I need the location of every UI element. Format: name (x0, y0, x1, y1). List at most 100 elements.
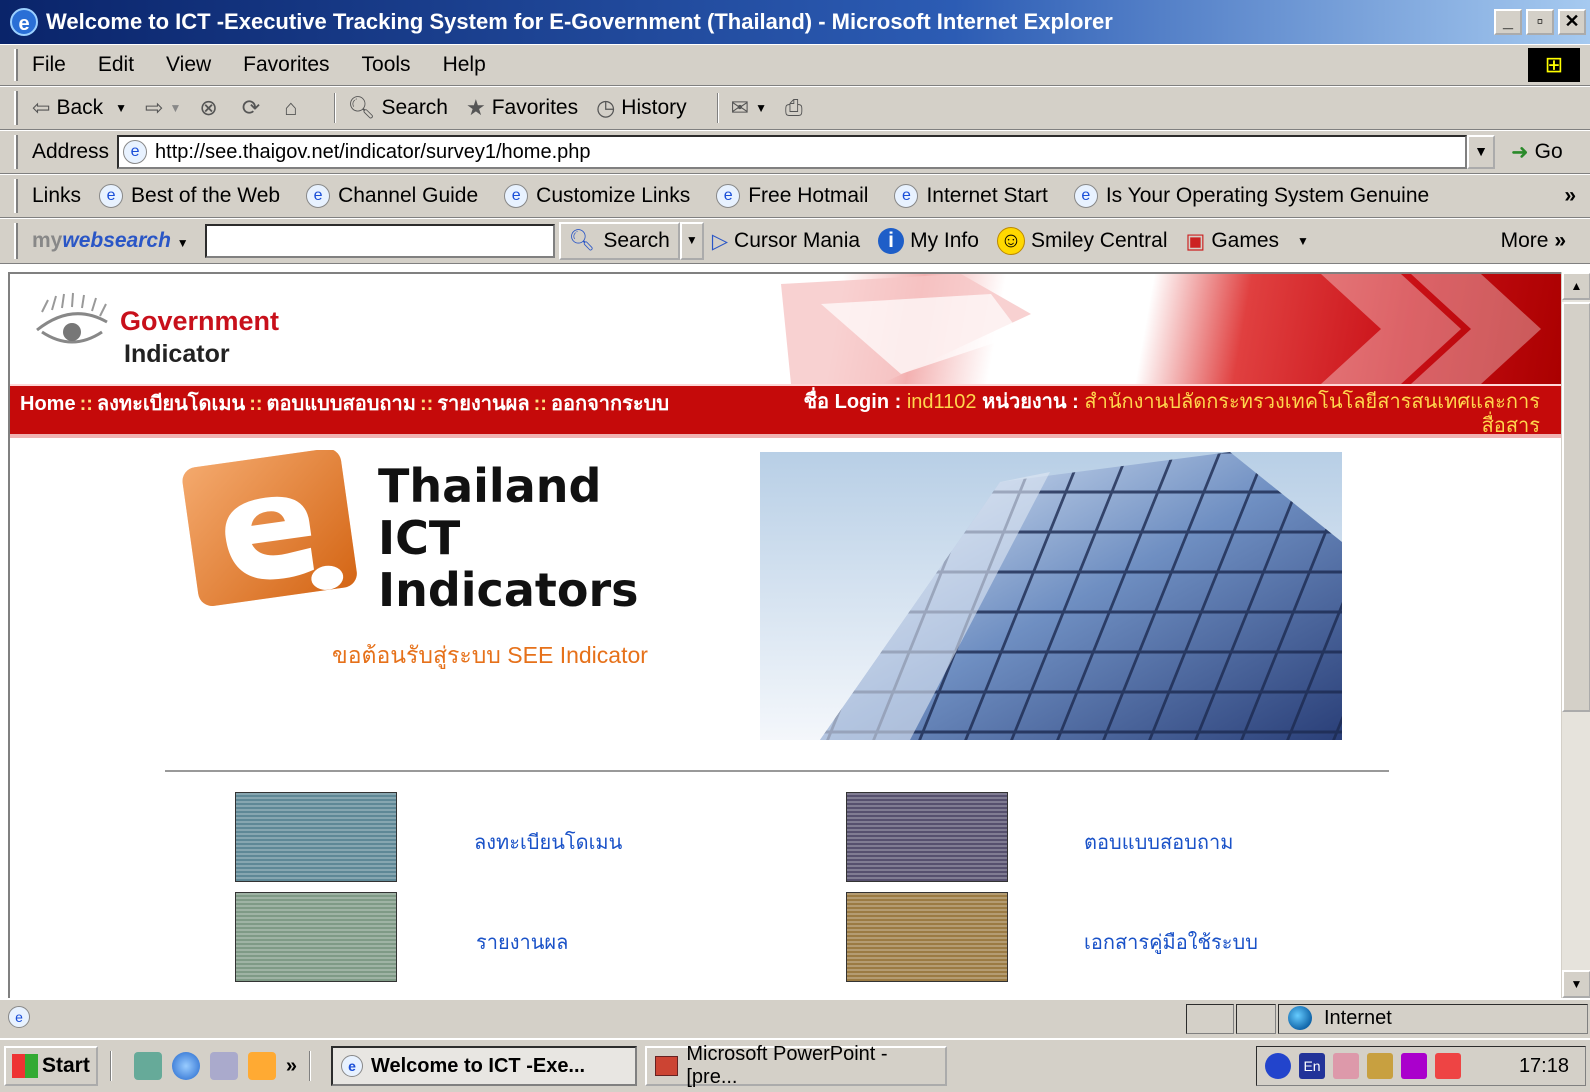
address-dropdown-button[interactable]: ▼ (1467, 135, 1496, 169)
smiley-central-button[interactable]: ☺ Smiley Central (996, 227, 1167, 255)
maximize-button[interactable]: ▫ (1526, 9, 1554, 35)
task-powerpoint[interactable]: Microsoft PowerPoint - [pre... (644, 1043, 947, 1088)
internet-explorer-icon[interactable] (171, 1052, 200, 1080)
chevron-down-icon[interactable]: ▼ (755, 101, 767, 115)
manual-thumbnail[interactable] (846, 892, 1008, 982)
games-button[interactable]: ▣ Games ▼ (1185, 229, 1308, 254)
cursor-mania-button[interactable]: ▷ Cursor Mania (712, 229, 860, 254)
scroll-down-button[interactable]: ▼ (1562, 970, 1590, 998)
more-chevron-icon: » (1554, 229, 1566, 252)
chevron-down-icon[interactable]: ▼ (169, 101, 181, 115)
quicklaunch-overflow-icon[interactable]: » (286, 1055, 297, 1078)
menu-help[interactable]: Help (443, 53, 486, 77)
tray-app-icon[interactable] (1401, 1053, 1427, 1079)
clock[interactable]: 17:18 (1519, 1055, 1569, 1078)
chevron-down-icon: ▼ (685, 233, 698, 247)
link-genuine-os[interactable]: e Is Your Operating System Genuine (1073, 184, 1429, 208)
minimize-button[interactable]: _ (1494, 9, 1522, 35)
search-button[interactable]: 🔍︎ Search (348, 95, 448, 121)
volume-icon[interactable] (1435, 1053, 1461, 1079)
toolbar-grip[interactable] (14, 135, 18, 169)
cursor-mania-label: Cursor Mania (734, 229, 861, 252)
task-internet-explorer[interactable]: e Welcome to ICT -Exe... (330, 1046, 637, 1086)
websearch-more-button[interactable]: More » (1501, 229, 1566, 253)
chevron-down-icon: ▼ (1570, 977, 1583, 991)
games-icon: ▣ (1185, 229, 1206, 253)
link-customize-links[interactable]: e Customize Links (504, 184, 690, 208)
media-player-icon[interactable] (247, 1052, 276, 1080)
site-nav-links: Home:: ลงทะเบียนโดเมน:: ตอบแบบสอบถาม:: รายง… (20, 392, 780, 416)
browser-viewport: Government Indicator Home:: ลงทะเบียนโดเม… (8, 272, 1561, 998)
window-titlebar[interactable]: e Welcome to ICT -Executive Tracking Sys… (0, 0, 1590, 44)
e-government-logo-icon (182, 450, 357, 606)
address-input[interactable]: e http://see.thaigov.net/indicator/surve… (117, 135, 1468, 169)
nav-register-domain[interactable]: ลงทะเบียนโดเมน (97, 393, 245, 415)
link-best-of-the-web[interactable]: e Best of the Web (99, 184, 280, 208)
report-link[interactable]: รายงานผล (476, 926, 568, 958)
links-overflow-button[interactable]: » (1564, 184, 1576, 208)
websearch-search-button[interactable]: 🔍︎ Search (558, 222, 680, 260)
network-activity-icon[interactable] (1265, 1053, 1291, 1079)
nav-home[interactable]: Home (20, 393, 76, 415)
link-free-hotmail[interactable]: e Free Hotmail (716, 184, 868, 208)
nav-survey[interactable]: ตอบแบบสอบถาม (267, 393, 416, 415)
websearch-input[interactable] (204, 224, 555, 258)
toolbar-grip[interactable] (14, 49, 18, 81)
menu-bar: File Edit View Favorites Tools Help ⊞ (0, 44, 1590, 86)
language-icon[interactable]: En (1299, 1053, 1325, 1079)
ict-title-line: ICT (378, 511, 461, 565)
history-button[interactable]: ◷ History (596, 95, 687, 121)
scroll-thumb[interactable] (1562, 302, 1590, 712)
manual-link[interactable]: เอกสารคู่มือใช้ระบบ (1084, 926, 1258, 958)
home-button[interactable]: ⌂ (284, 95, 303, 121)
menu-edit[interactable]: Edit (98, 53, 134, 77)
stop-button[interactable]: ⊗ (199, 95, 223, 121)
refresh-button[interactable]: ⟳ (242, 95, 266, 121)
history-icon: ◷ (596, 95, 616, 120)
link-channel-guide[interactable]: e Channel Guide (306, 184, 478, 208)
menu-view[interactable]: View (166, 53, 211, 77)
link-internet-start[interactable]: e Internet Start (894, 184, 1048, 208)
nav-report[interactable]: รายงานผล (437, 393, 529, 415)
survey-thumbnail[interactable] (846, 792, 1008, 882)
report-thumbnail[interactable] (235, 892, 397, 982)
survey-link[interactable]: ตอบแบบสอบถาม (1084, 826, 1233, 858)
toolbar-grip[interactable] (14, 223, 18, 259)
go-button[interactable]: ➜ Go (1511, 140, 1563, 165)
tray-app-icon[interactable] (1367, 1053, 1393, 1079)
nav-separator: :: (419, 393, 434, 415)
start-button[interactable]: Start (4, 1046, 98, 1086)
forward-button[interactable]: ⇨ ▼ (145, 95, 181, 121)
websearch-dropdown-button[interactable]: ▼ (679, 222, 704, 260)
page-icon: e (716, 184, 741, 208)
register-domain-link[interactable]: ลงทะเบียนโดเมน (474, 826, 622, 858)
back-button[interactable]: ⇦ Back ▼ (32, 95, 127, 121)
websearch-logo[interactable]: mywebsearch ▼ (32, 229, 189, 253)
mail-icon: ✉ (730, 95, 750, 120)
register-domain-thumbnail[interactable] (235, 792, 397, 882)
address-url[interactable]: http://see.thaigov.net/indicator/survey1… (155, 141, 590, 164)
menu-tools[interactable]: Tools (362, 53, 411, 77)
my-info-button[interactable]: i My Info (878, 228, 979, 254)
smiley-icon: ☺ (996, 227, 1025, 255)
menu-favorites[interactable]: Favorites (243, 53, 329, 77)
print-button[interactable]: ⎙ (785, 95, 809, 121)
links-label: Links (32, 184, 82, 207)
show-desktop-icon[interactable] (133, 1052, 162, 1080)
page-icon: e (504, 184, 529, 208)
connection-icon[interactable] (1333, 1053, 1359, 1079)
ict-title-line: Thailand (378, 459, 602, 513)
scroll-up-button[interactable]: ▲ (1562, 272, 1590, 300)
outlook-icon[interactable] (209, 1052, 238, 1080)
favorites-button[interactable]: ★ Favorites (466, 95, 578, 121)
nav-logout[interactable]: ออกจากระบบ (551, 393, 669, 415)
chevron-down-icon[interactable]: ▼ (115, 101, 127, 115)
close-button[interactable]: ✕ (1558, 9, 1586, 35)
toolbar-grip[interactable] (14, 179, 18, 213)
links-bar: Links e Best of the Web e Channel Guide eC… (0, 174, 1590, 218)
mail-button[interactable]: ✉ ▼ (731, 95, 767, 121)
menu-file[interactable]: File (32, 53, 66, 77)
government-eye-logo-icon (36, 292, 108, 344)
vertical-scrollbar[interactable]: ▲ ▼ (1561, 272, 1590, 998)
toolbar-grip[interactable] (14, 91, 18, 125)
